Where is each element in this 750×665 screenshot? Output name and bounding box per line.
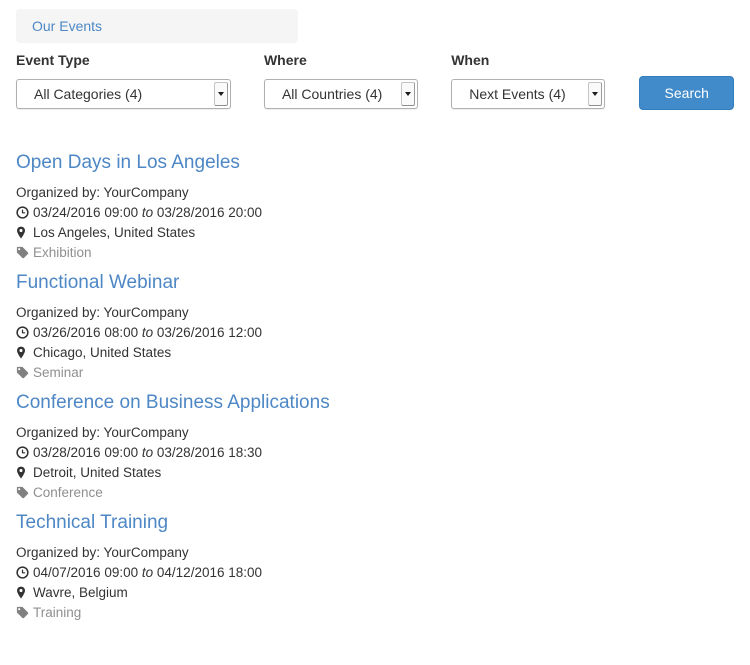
event-dates: 03/24/2016 09:00 to 03/28/2016 20:00 [16, 203, 734, 223]
map-marker-icon [16, 343, 29, 363]
clock-icon [16, 203, 29, 223]
event-title-link[interactable]: Conference on Business Applications [16, 392, 330, 413]
event-location: Los Angeles, United States [16, 223, 734, 243]
event-title-link[interactable]: Technical Training [16, 512, 168, 533]
event-tag: Conference [16, 483, 734, 503]
where-select[interactable]: All Countries (4) [264, 79, 418, 109]
tag-icon [16, 243, 29, 263]
event-search-filters: Event Type All Categories (4) Where All … [16, 53, 734, 110]
when-select[interactable]: Next Events (4) [451, 79, 605, 109]
caret-down-icon[interactable] [588, 82, 602, 106]
event-title: Functional Webinar [16, 271, 734, 295]
event-location: Wavre, Belgium [16, 583, 734, 603]
search-button[interactable]: Search [639, 76, 734, 110]
clock-icon [16, 323, 29, 343]
breadcrumb-our-events-link[interactable]: Our Events [32, 18, 102, 34]
tag-icon [16, 603, 29, 623]
event-dates: 03/28/2016 09:00 to 03/28/2016 18:30 [16, 443, 734, 463]
event-title-link[interactable]: Open Days in Los Angeles [16, 152, 240, 173]
filter-group-where: Where All Countries (4) [264, 53, 418, 109]
map-marker-icon [16, 463, 29, 483]
event-title-link[interactable]: Functional Webinar [16, 272, 179, 293]
events-page: Our Events Event Type All Categories (4)… [0, 9, 750, 623]
event-organizer: Organized by: YourCompany [16, 303, 734, 323]
event-type-selected-value: All Categories (4) [34, 86, 142, 102]
event-dates: 03/26/2016 08:00 to 03/26/2016 12:00 [16, 323, 734, 343]
when-selected-value: Next Events (4) [469, 86, 565, 102]
event-organizer: Organized by: YourCompany [16, 543, 734, 563]
where-label: Where [264, 53, 418, 68]
event-tag: Training [16, 603, 734, 623]
event-tag: Exhibition [16, 243, 734, 263]
filter-group-when: When Next Events (4) [451, 53, 605, 109]
event-type-select[interactable]: All Categories (4) [16, 79, 231, 109]
event-card: Open Days in Los Angeles Organized by: Y… [16, 151, 734, 263]
event-organizer: Organized by: YourCompany [16, 423, 734, 443]
caret-down-icon[interactable] [214, 82, 228, 106]
breadcrumb: Our Events [16, 9, 298, 43]
event-card: Functional Webinar Organized by: YourCom… [16, 271, 734, 383]
event-tag: Seminar [16, 363, 734, 383]
when-label: When [451, 53, 605, 68]
event-title: Conference on Business Applications [16, 391, 734, 415]
tag-icon [16, 483, 29, 503]
caret-down-icon[interactable] [401, 82, 415, 106]
map-marker-icon [16, 223, 29, 243]
clock-icon [16, 443, 29, 463]
event-organizer: Organized by: YourCompany [16, 183, 734, 203]
clock-icon [16, 563, 29, 583]
event-location: Chicago, United States [16, 343, 734, 363]
event-location: Detroit, United States [16, 463, 734, 483]
event-card: Technical Training Organized by: YourCom… [16, 511, 734, 623]
filter-group-event-type: Event Type All Categories (4) [16, 53, 231, 109]
event-type-label: Event Type [16, 53, 231, 68]
events-list: Open Days in Los Angeles Organized by: Y… [16, 151, 734, 623]
where-selected-value: All Countries (4) [282, 86, 382, 102]
tag-icon [16, 363, 29, 383]
event-title: Open Days in Los Angeles [16, 151, 734, 175]
event-dates: 04/07/2016 09:00 to 04/12/2016 18:00 [16, 563, 734, 583]
event-title: Technical Training [16, 511, 734, 535]
map-marker-icon [16, 583, 29, 603]
event-card: Conference on Business Applications Orga… [16, 391, 734, 503]
